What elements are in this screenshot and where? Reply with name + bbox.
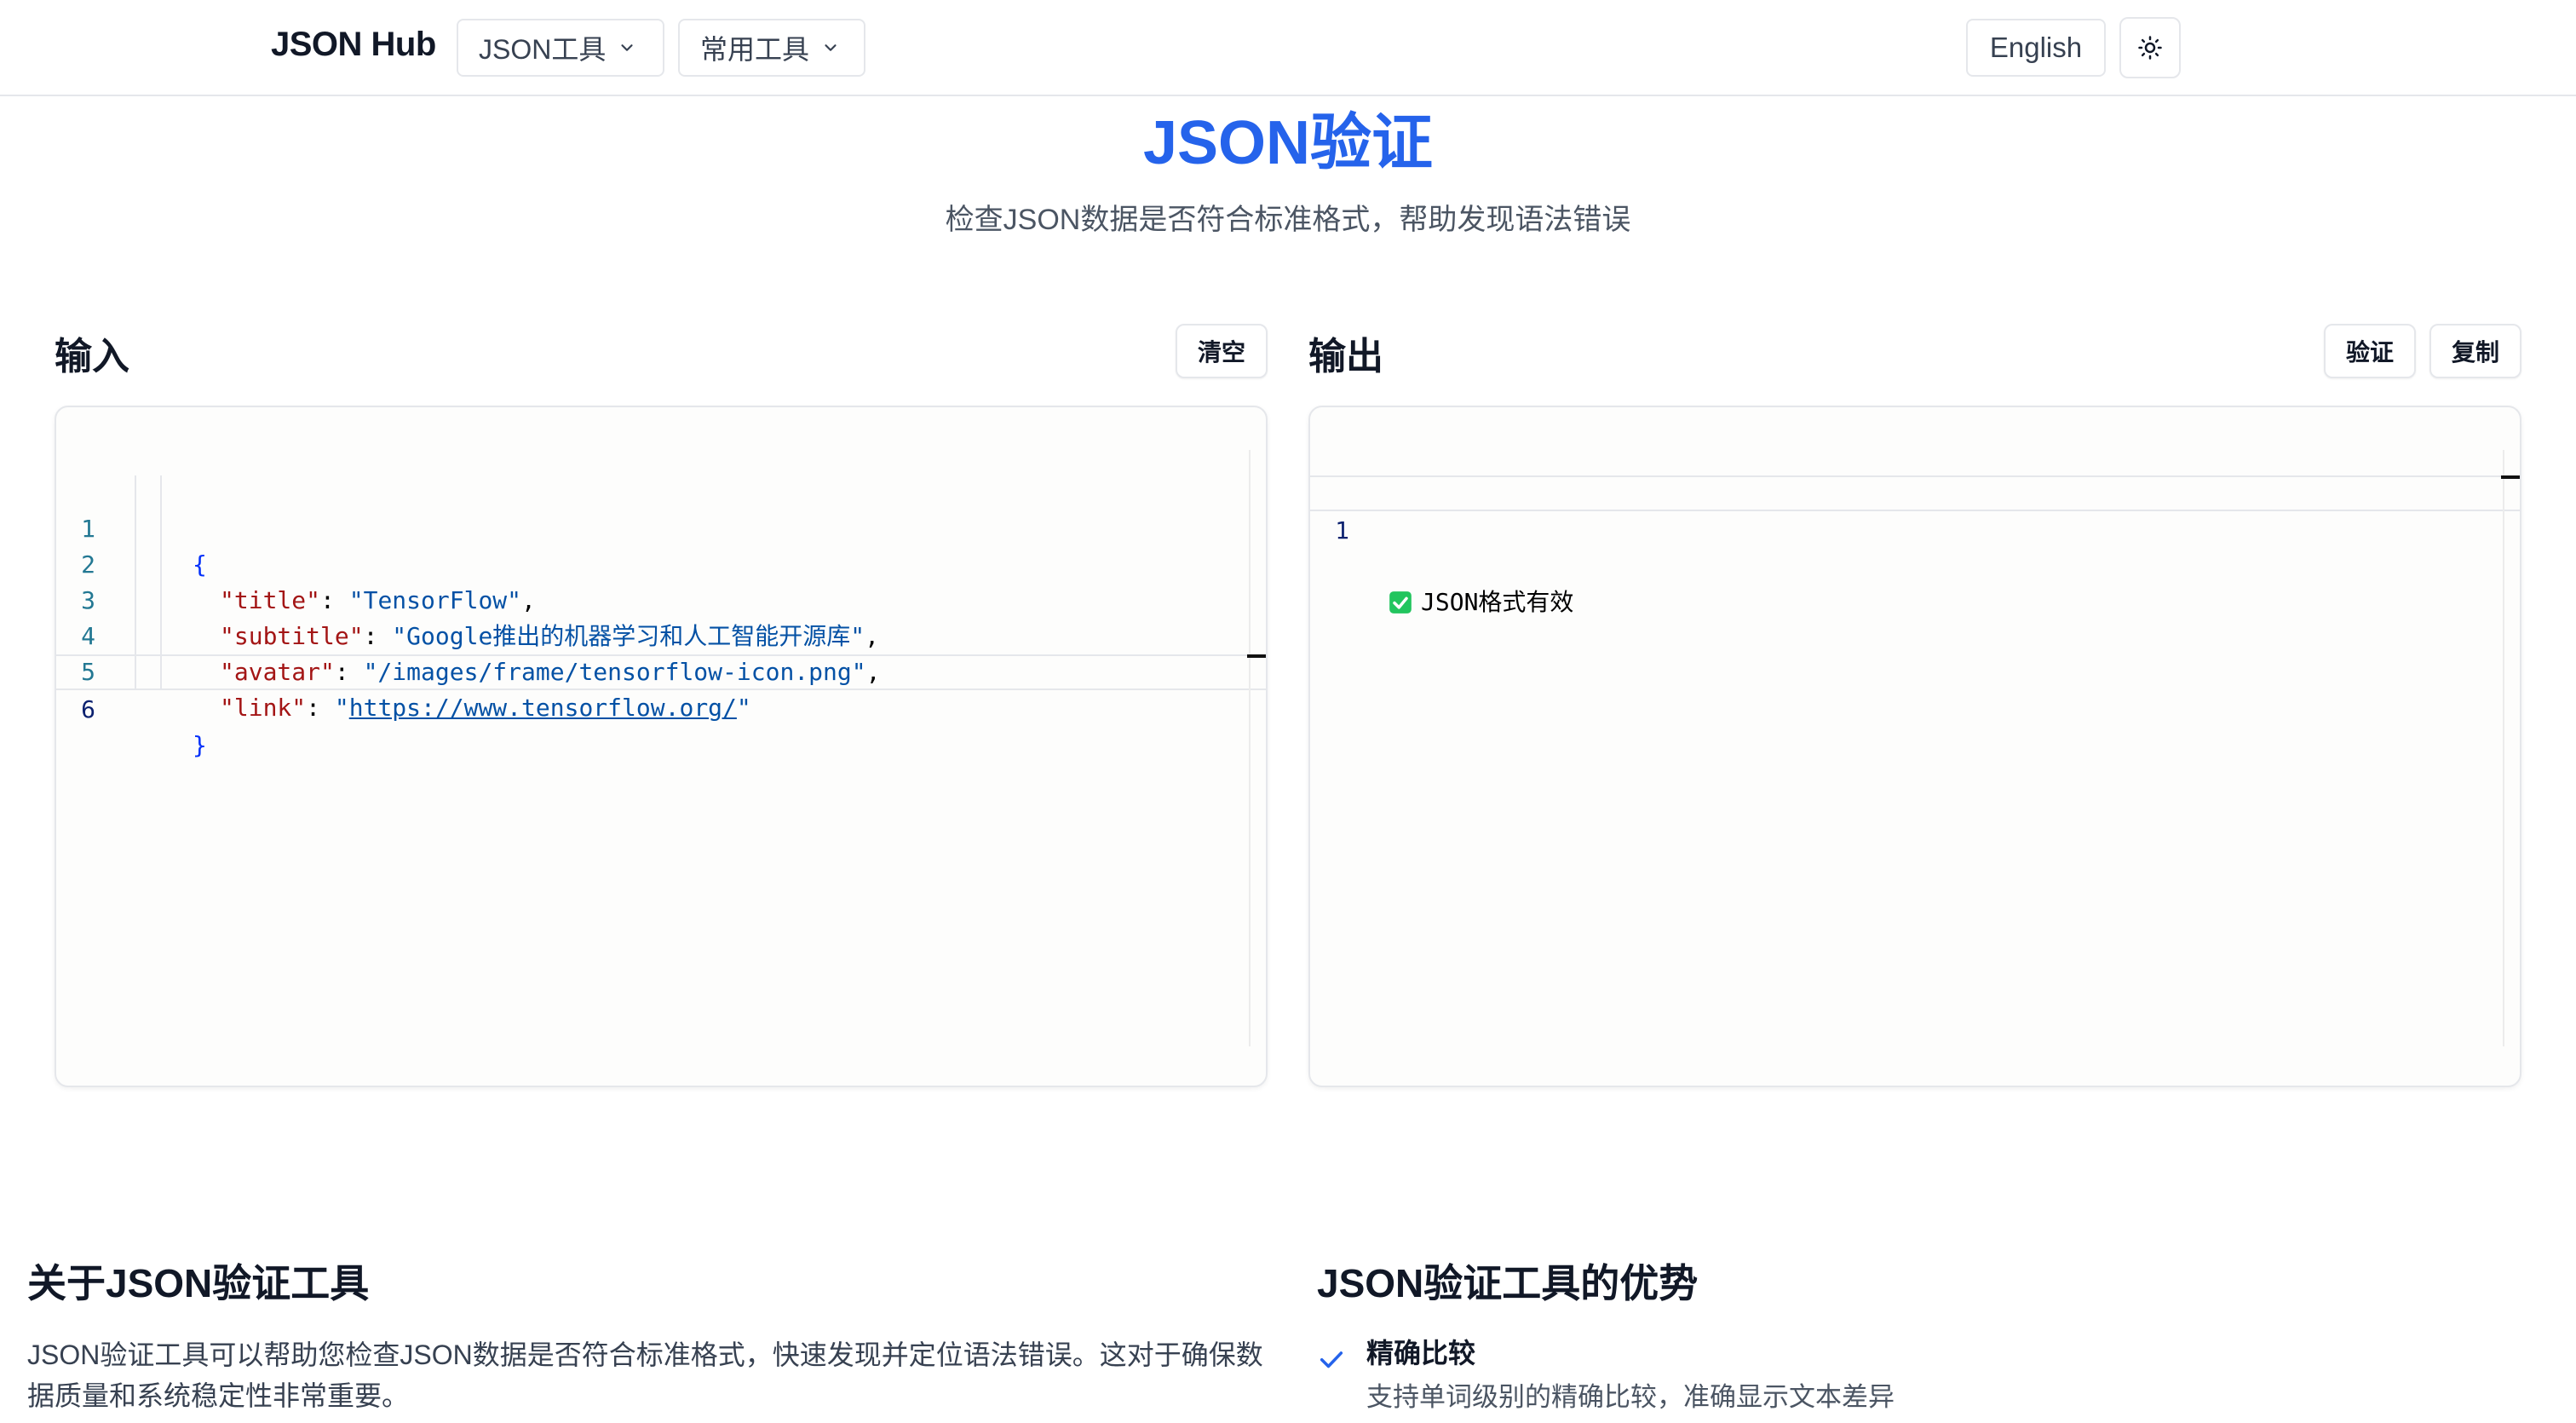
code-line: 2 "title": "TensorFlow", (56, 511, 1266, 614)
language-switch-button[interactable]: English (1966, 19, 2106, 77)
editor-scrollbar[interactable] (1249, 450, 1251, 1046)
json-key: "link" (220, 694, 307, 722)
input-editor[interactable]: 1 { 2 "title": "TensorFlow", 3 "subtitle… (55, 406, 1268, 1087)
theme-toggle-button[interactable] (2119, 17, 2181, 78)
editor-scrollbar[interactable] (2503, 450, 2504, 1046)
brand-logo[interactable]: JSON Hub (271, 26, 436, 64)
page-subtitle: 检查JSON数据是否符合标准格式，帮助发现语法错误 (945, 204, 1631, 236)
advantages-section-title: JSON验证工具的优势 (1317, 1261, 1699, 1305)
code-line: 5 "link": "https://www.tensorflow.org/" (56, 619, 1266, 722)
json-link-value[interactable]: https://www.tensorflow.org/ (349, 694, 737, 722)
nav-json-tools-dropdown[interactable]: JSON工具 (457, 19, 664, 77)
code-line: 1 { (56, 475, 1266, 579)
output-editor[interactable]: 1 JSON格式有效 (1308, 406, 2521, 1087)
about-section-title: 关于JSON验证工具 (27, 1261, 370, 1305)
chevron-down-icon (621, 44, 633, 51)
nav-common-tools-label: 常用工具 (700, 34, 810, 65)
code-line: 3 "subtitle": "Google推出的机器学习和人工智能开源库", (56, 547, 1266, 650)
sun-icon (2138, 36, 2162, 60)
scrollbar-cursor-marker (2501, 475, 2520, 479)
clear-button[interactable]: 清空 (1176, 324, 1268, 378)
page-title: JSON验证 (1142, 109, 1434, 177)
top-nav-bar: JSON Hub JSON工具 常用工具 English (0, 0, 2576, 96)
validation-result-text: JSON格式有效 (1421, 588, 1574, 616)
nav-json-tools-label: JSON工具 (479, 34, 607, 65)
check-icon (1320, 1351, 1343, 1368)
copy-button[interactable]: 复制 (2429, 324, 2521, 378)
scrollbar-cursor-marker (1247, 654, 1266, 658)
line-number: 1 (1335, 516, 1349, 544)
chevron-down-icon (825, 44, 837, 51)
advantage-item: 精确比较 支持单词级别的精确比较，准确显示文本差异 (1317, 1334, 1895, 1423)
output-panel-title: 输出 (1308, 336, 1383, 377)
about-section-text: JSON验证工具可以帮助您检查JSON数据是否符合标准格式，快速发现并定位语法错… (27, 1339, 1263, 1411)
input-panel-title: 输入 (55, 336, 129, 377)
nav-common-tools-dropdown[interactable]: 常用工具 (678, 19, 865, 77)
validate-button[interactable]: 验证 (2324, 324, 2416, 378)
code-line: 4 "avatar": "/images/frame/tensorflow-ic… (56, 583, 1266, 686)
line-number: 6 (81, 695, 95, 723)
code-text: } (193, 731, 207, 759)
code-line-active: 6 } (56, 654, 1266, 759)
code-line-active: 1 JSON格式有效 (1310, 475, 2520, 616)
advantage-title: 精确比较 (1366, 1338, 1476, 1368)
check-mark-icon (1389, 591, 1412, 614)
advantage-desc: 支持单词级别的精确比较，准确显示文本差异 (1366, 1382, 1895, 1412)
